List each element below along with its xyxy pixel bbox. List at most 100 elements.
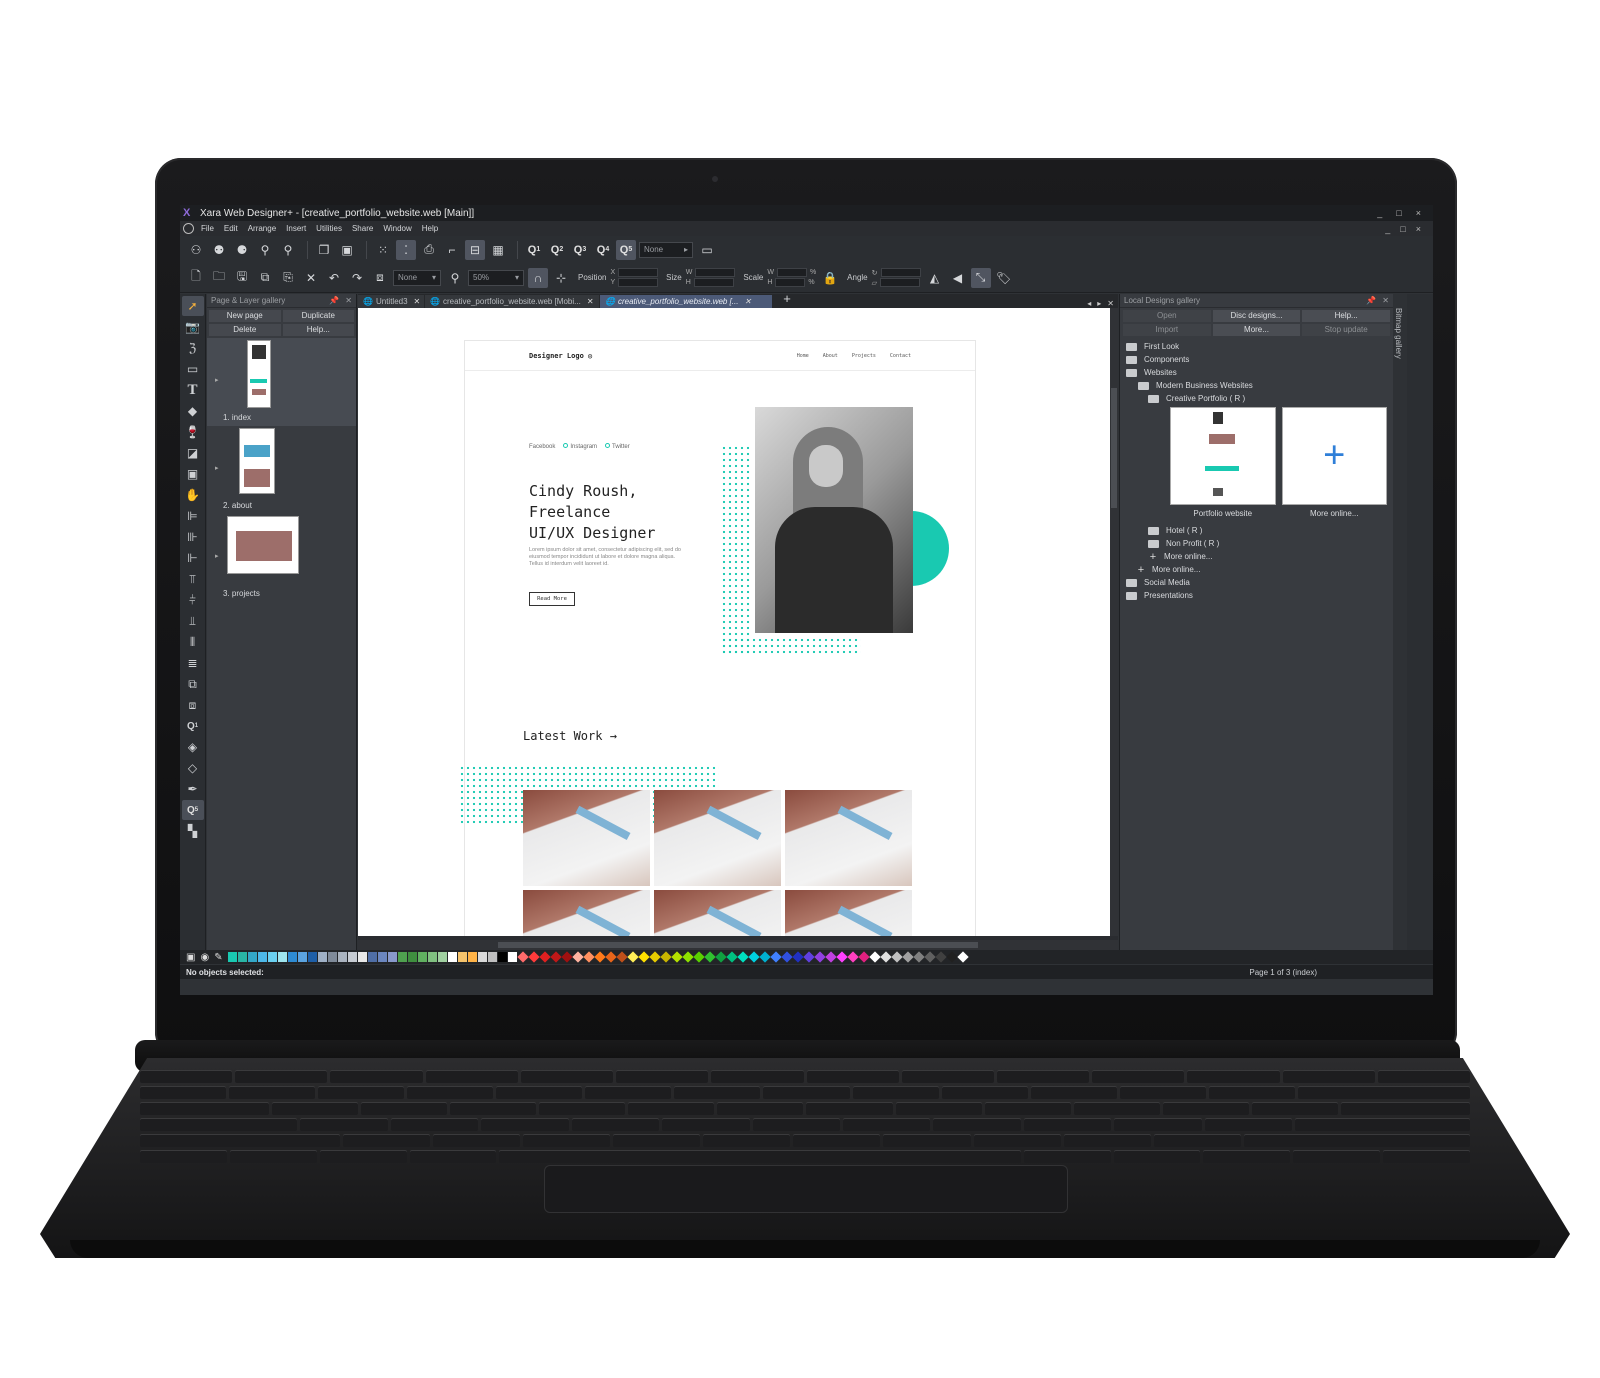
color-swatch[interactable] [857,951,870,963]
menu-help[interactable]: Help [422,224,438,233]
color-swatch[interactable] [327,952,337,962]
document-page[interactable]: Designer Logo ◎ Home About Projects Cont… [358,308,1110,936]
more-button[interactable]: More... [1212,324,1301,336]
undo-icon[interactable]: ↶ [324,268,344,288]
color-swatch[interactable] [516,951,529,963]
color-swatch[interactable] [467,952,477,962]
design-card-portfolio[interactable]: Portfolio website [1170,407,1276,518]
close-tab-icon[interactable]: ✕ [744,297,751,306]
color-swatch[interactable] [703,951,716,963]
work-image[interactable] [785,790,912,886]
duplicate-button[interactable]: Duplicate [282,310,354,322]
color-swatch[interactable] [257,952,267,962]
instagram-link[interactable]: Instagram [570,444,597,450]
push-tool-icon[interactable]: ✋ [182,485,204,505]
color-swatch[interactable] [769,951,782,963]
close-document-icon[interactable]: ✕ [1107,299,1114,308]
page-thumbnail-index[interactable]: ▸ 1. index [207,338,356,426]
quality-q3-icon[interactable]: Q3 [570,240,590,260]
site-nav-home[interactable]: Home [797,353,809,359]
color-swatch[interactable] [791,951,804,963]
grid-icon[interactable]: ⁙ [373,240,393,260]
help-button[interactable]: Help... [1302,310,1390,322]
paste-icon[interactable]: ⎘ [278,268,298,288]
color-swatch[interactable] [337,952,347,962]
color-swatch[interactable] [648,951,661,963]
color-swatch[interactable] [247,952,257,962]
maximize-button[interactable]: □ [1396,208,1401,218]
menu-file[interactable]: File [201,224,214,233]
color-swatch[interactable] [527,951,540,963]
distribute-v-icon[interactable]: ≣ [182,653,204,673]
align-bottom-icon[interactable]: ⫫ [182,611,204,631]
color-swatch[interactable] [670,951,683,963]
color-swatch[interactable] [923,951,936,963]
tree-item-websites[interactable]: Websites [1126,366,1387,379]
globe-icon[interactable] [183,223,194,234]
color-swatch[interactable] [846,951,859,963]
color-swatch[interactable] [227,952,237,962]
position-icon[interactable]: ⊹ [551,268,571,288]
fill-tool-icon[interactable]: ◆ [182,401,204,421]
stop-update-button[interactable]: Stop update [1302,324,1390,336]
pin-icon[interactable]: 📌 [1366,296,1376,305]
tree-item-more-online-outer[interactable]: + More online... [1126,563,1387,576]
tree-item-non-profit[interactable]: Non Profit ( R ) [1126,537,1387,550]
user-settings-icon[interactable]: ⚉ [209,240,229,260]
save-icon[interactable]: 🖫 [232,268,252,288]
shadow-tool-icon[interactable]: ◪ [182,443,204,463]
scale-w-input[interactable] [776,268,807,277]
import-button[interactable]: Import [1123,324,1211,336]
color-swatch[interactable] [487,952,497,962]
toggle-icon[interactable]: ▭ [697,240,717,260]
color-swatch[interactable] [457,952,467,962]
tab-mobile[interactable]: 🌐 creative_portfolio_website.web [Mobi...… [425,295,599,308]
tree-item-more-online-inner[interactable]: + More online... [1126,550,1387,563]
table-icon[interactable]: ▦ [488,240,508,260]
design-card-more-online[interactable]: + More online... [1281,407,1387,518]
pin-icon[interactable]: 📌 [329,296,339,305]
tree-item-first-look[interactable]: First Look [1126,340,1387,353]
align-left-icon[interactable]: ⊫ [182,506,204,526]
no-color-icon[interactable]: ▣ [186,952,195,963]
quality-q2-icon[interactable]: Q2 [547,240,567,260]
color-swatch[interactable] [507,952,517,962]
hero-headline[interactable]: Cindy Roush, Freelance UI/UX Designer [529,481,655,544]
color-swatch[interactable] [725,951,738,963]
work-image[interactable] [654,890,781,936]
tree-item-components[interactable]: Components [1126,353,1387,366]
bevel-tool-icon[interactable]: ▣ [182,464,204,484]
color-swatch[interactable] [417,952,427,962]
angle-input[interactable] [880,268,921,277]
twitter-link[interactable]: Twitter [612,444,630,450]
user-search-icon[interactable]: ⚲ [255,240,275,260]
lock-aspect-icon[interactable]: 🔒 [820,268,840,288]
close-icon[interactable]: ✕ [1382,296,1389,305]
expand-arrow-icon[interactable]: ▸ [215,552,219,560]
quality-q1-tool-icon[interactable]: Q1 [182,716,204,736]
work-image[interactable] [523,890,650,936]
color-swatch[interactable] [912,951,925,963]
users-icon[interactable]: ⚇ [186,240,206,260]
freehand-tool-icon[interactable]: ℨ [182,338,204,358]
menu-edit[interactable]: Edit [224,224,238,233]
color-swatch[interactable] [659,951,672,963]
color-swatch[interactable] [879,951,892,963]
mould-tool-icon[interactable]: ◇ [182,758,204,778]
color-swatch[interactable] [945,951,958,963]
blend-tool-icon[interactable]: ◈ [182,737,204,757]
new-document-icon[interactable]: 🗋 [186,268,206,288]
position-y-input[interactable] [618,278,659,287]
flip-horizontal-icon[interactable]: ◭ [925,268,945,288]
close-tab-icon[interactable]: ✕ [414,297,421,306]
color-swatch[interactable] [297,952,307,962]
menu-window[interactable]: Window [383,224,411,233]
color-swatch[interactable] [287,952,297,962]
site-nav-projects[interactable]: Projects [852,353,876,359]
color-swatch[interactable] [397,952,407,962]
quality-dropdown[interactable]: None ▸ [639,241,693,258]
color-swatch[interactable] [736,951,749,963]
color-swatch[interactable] [497,952,507,962]
color-swatch[interactable] [560,951,573,963]
color-swatch[interactable] [747,951,760,963]
